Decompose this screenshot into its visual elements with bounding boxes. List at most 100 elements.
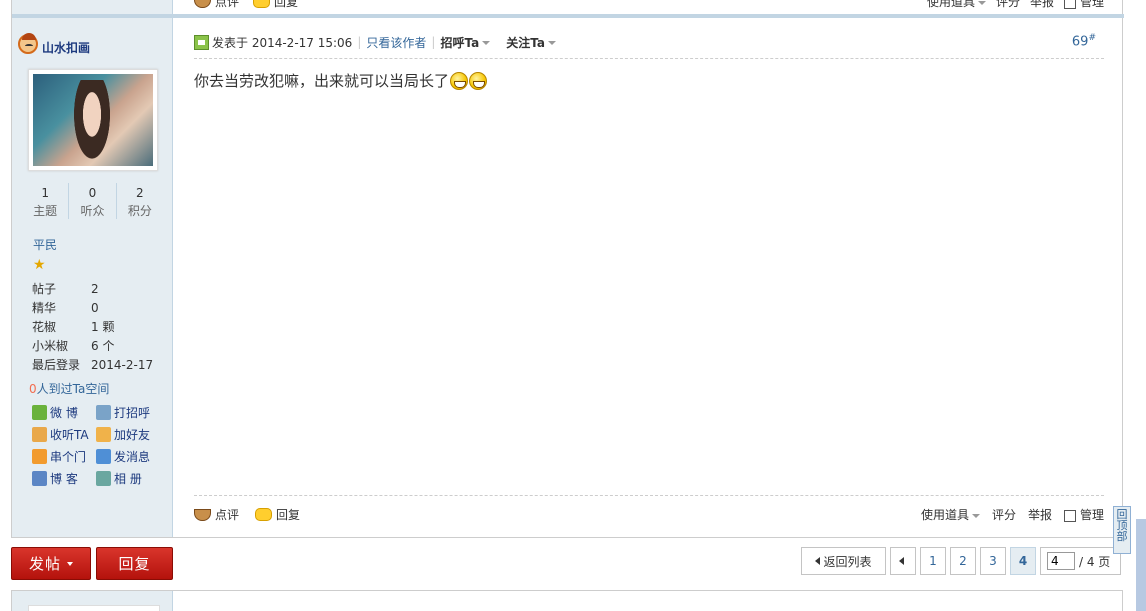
prev-post-left-actions: 点评 回复 bbox=[194, 0, 298, 10]
info-value: 2 bbox=[91, 282, 99, 296]
stat-topics[interactable]: 1 主题 bbox=[22, 183, 70, 219]
prev-comment-button[interactable]: 点评 bbox=[194, 0, 239, 10]
prev-reply-button[interactable]: 回复 bbox=[253, 0, 298, 10]
info-row-last-login: 最后登录 2014-2-17 bbox=[32, 356, 167, 375]
stat-points[interactable]: 2 积分 bbox=[117, 183, 163, 219]
action-album[interactable]: 相 册 bbox=[96, 470, 166, 486]
comment-button[interactable]: 点评 bbox=[194, 506, 239, 523]
info-row-chili: 小米椒 6 个 bbox=[32, 337, 167, 356]
prev-manage-label: 管理 bbox=[1079, 0, 1104, 9]
blog-icon bbox=[32, 470, 47, 486]
follow-users-icon bbox=[32, 426, 47, 442]
comment-cup-icon bbox=[194, 508, 211, 521]
manage-toggle[interactable]: 管理 bbox=[1063, 506, 1104, 523]
prev-comment-label: 点评 bbox=[215, 0, 240, 9]
separator: | bbox=[357, 35, 362, 49]
only-author-link[interactable]: 只看该作者 bbox=[366, 34, 426, 51]
caret-down-icon bbox=[977, 0, 986, 5]
user-face-icon bbox=[18, 32, 38, 54]
page-3-link[interactable]: 3 bbox=[980, 547, 1006, 575]
post-footer: 点评 回复 使用道具 评分 举报 管理 bbox=[194, 495, 1104, 525]
action-label: 加好友 bbox=[114, 427, 151, 442]
page-4-current: 4 bbox=[1010, 547, 1036, 575]
action-add-friend[interactable]: 加好友 bbox=[96, 426, 166, 442]
grin-icon bbox=[450, 71, 469, 90]
stat-listeners-value: 0 bbox=[88, 186, 97, 200]
action-visit[interactable]: 串个门 bbox=[32, 448, 96, 464]
action-label: 微 博 bbox=[50, 405, 78, 420]
rate-link[interactable]: 评分 bbox=[992, 506, 1016, 523]
action-follow[interactable]: 收听TA bbox=[32, 426, 96, 442]
action-weibo[interactable]: 微 博 bbox=[32, 404, 96, 420]
info-key: 小米椒 bbox=[32, 339, 69, 353]
manage-checkbox[interactable] bbox=[1063, 509, 1076, 522]
back-to-top-button[interactable]: 回顶部 bbox=[1113, 506, 1131, 554]
stat-listeners[interactable]: 0 听众 bbox=[69, 183, 117, 219]
arrow-left-icon bbox=[899, 557, 904, 565]
action-label: 打招呼 bbox=[114, 405, 151, 420]
online-status-icon bbox=[194, 34, 209, 50]
separator: | bbox=[431, 35, 436, 49]
floor-mark: # bbox=[1088, 33, 1096, 43]
next-post-frame bbox=[11, 590, 1123, 611]
page-jump-input[interactable] bbox=[1047, 552, 1075, 570]
reply-button[interactable]: 回复 bbox=[255, 506, 300, 523]
info-key: 帖子 bbox=[32, 282, 57, 296]
post-content: 你去当劳改犯嘛，出来就可以当局长了 bbox=[194, 70, 488, 91]
post-header: 发表于 2014-2-17 15:06 | 只看该作者 | 招呼Ta 关注Ta … bbox=[194, 33, 1104, 59]
new-post-button[interactable]: 发帖 bbox=[11, 547, 91, 580]
avatar[interactable] bbox=[28, 69, 158, 171]
follow-menu[interactable]: 关注Ta bbox=[506, 34, 556, 51]
avatar-image bbox=[33, 74, 153, 166]
info-value: 2014-2-17 bbox=[91, 358, 154, 372]
prev-rate-link[interactable]: 评分 bbox=[996, 0, 1020, 10]
prev-tools-menu[interactable]: 使用道具 bbox=[927, 0, 986, 10]
info-key: 花椒 bbox=[32, 320, 57, 334]
wave-icon bbox=[96, 404, 111, 420]
report-link[interactable]: 举报 bbox=[1028, 506, 1052, 523]
action-greet[interactable]: 打招呼 bbox=[96, 404, 166, 420]
username-link[interactable]: 山水扣画 bbox=[42, 39, 90, 56]
action-label: 相 册 bbox=[114, 471, 142, 486]
prev-post-right-actions: 使用道具 评分 举报 管理 bbox=[927, 0, 1104, 10]
info-value: 6 个 bbox=[91, 339, 115, 353]
reply-thread-button[interactable]: 回复 bbox=[96, 547, 173, 580]
greet-menu[interactable]: 招呼Ta bbox=[440, 34, 491, 51]
scrollbar[interactable] bbox=[1136, 519, 1146, 611]
page-2-link[interactable]: 2 bbox=[950, 547, 976, 575]
user-info-list: 帖子 2 精华 0 花椒 1 颗 小米椒 6 个 最后登录 2014-2-17 bbox=[32, 280, 167, 375]
page-1-link[interactable]: 1 bbox=[920, 547, 946, 575]
caret-down-icon bbox=[971, 513, 980, 518]
prev-page-button[interactable] bbox=[890, 547, 916, 575]
page-numbers: 1 2 3 4 / 4 页 bbox=[890, 547, 1121, 575]
info-row-posts: 帖子 2 bbox=[32, 280, 167, 299]
comment-label: 点评 bbox=[215, 508, 240, 522]
reply-bubble-icon bbox=[255, 508, 273, 521]
reply-bubble-icon bbox=[253, 0, 271, 8]
prev-report-link[interactable]: 举报 bbox=[1030, 0, 1054, 10]
prev-manage-checkbox[interactable] bbox=[1063, 0, 1076, 9]
grin-icon bbox=[469, 71, 488, 90]
album-icon bbox=[96, 470, 111, 486]
stat-points-label: 积分 bbox=[127, 204, 152, 218]
action-label: 串个门 bbox=[50, 449, 87, 464]
floor-number-link[interactable]: 69# bbox=[1072, 33, 1096, 49]
action-blog[interactable]: 博 客 bbox=[32, 470, 96, 486]
user-sidebar: 山水扣画 1 主题 0 听众 2 积分 平民 ★ 帖子 2 精华 0 花椒 1 颗 小… bbox=[12, 0, 173, 537]
info-key: 精华 bbox=[32, 301, 57, 315]
user-rank-link[interactable]: 平民 bbox=[33, 236, 57, 253]
space-visits-link[interactable]: 0人到过Ta空间 bbox=[29, 380, 109, 397]
total-pages: / 4 页 bbox=[1079, 554, 1111, 569]
back-to-list-label: 返回列表 bbox=[823, 554, 872, 569]
prev-manage-toggle[interactable]: 管理 bbox=[1063, 0, 1104, 10]
caret-down-icon bbox=[67, 561, 73, 566]
greet-label: 招呼Ta bbox=[440, 35, 480, 50]
visits-text: 人到过Ta空间 bbox=[36, 382, 110, 396]
action-label: 发消息 bbox=[114, 449, 151, 464]
tools-menu[interactable]: 使用道具 bbox=[921, 506, 980, 523]
action-message[interactable]: 发消息 bbox=[96, 448, 166, 464]
stat-topics-label: 主题 bbox=[33, 204, 58, 218]
info-value: 0 bbox=[91, 301, 99, 315]
back-to-list-button[interactable]: 返回列表 bbox=[801, 547, 886, 575]
page-jump: / 4 页 bbox=[1040, 547, 1121, 575]
